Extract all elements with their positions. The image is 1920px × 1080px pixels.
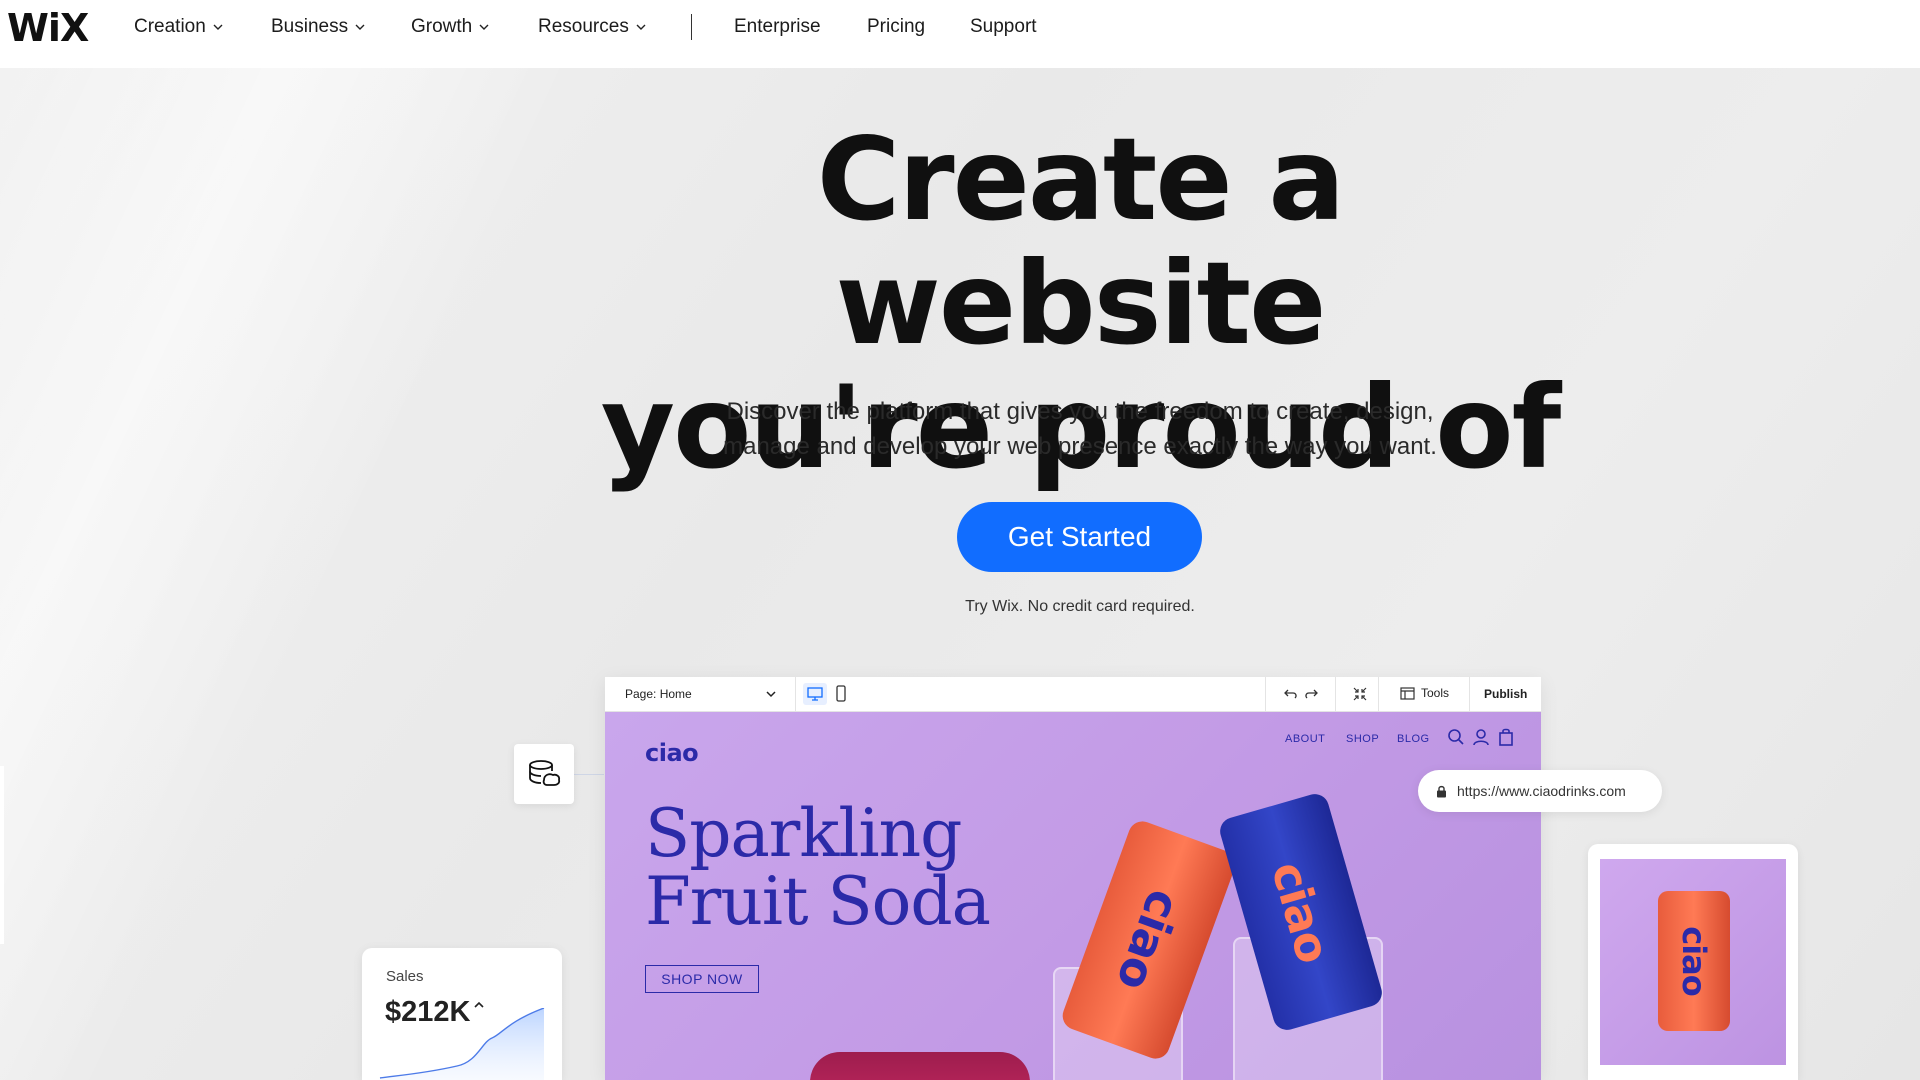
can-label: ciao [1261,855,1341,969]
orange-soda-can: ciao [1058,817,1240,1063]
desktop-view-button[interactable] [803,683,827,705]
subtext-line-2: manage and develop your web presence exa… [723,433,1437,460]
top-navigation: WiX Creation Business Growth Resources E… [0,0,1920,68]
nav-item-label: Resources [538,16,629,37]
nav-item-enterprise[interactable]: Enterprise [734,16,821,38]
hero-subtext: Discover the platform that gives you the… [640,394,1520,464]
nav-item-label: Pricing [867,16,926,37]
database-widget[interactable] [514,744,574,804]
nav-item-resources[interactable]: Resources [538,16,647,38]
database-icon [529,760,561,786]
toolbar-divider [1469,677,1470,712]
redo-icon[interactable] [1303,686,1319,702]
nav-item-label: Creation [134,16,206,37]
site-nav-shop[interactable]: SHOP [1346,733,1379,745]
product-card: ciao [1588,844,1798,1080]
nav-item-pricing[interactable]: Pricing [867,16,925,38]
lock-icon [1437,785,1446,797]
nav-item-business[interactable]: Business [271,16,366,38]
can-label: ciao [1674,926,1713,996]
offscreen-card [0,766,4,944]
nav-item-label: Support [970,16,1037,37]
toolbar-divider [795,677,796,712]
toolbar-divider [1335,677,1336,712]
chevron-down-icon [355,24,365,30]
editor-preview: Page: Home Tools Publish ciao ABOUT SHOP… [605,677,1541,1080]
sales-label: Sales [386,968,424,985]
tools-button[interactable]: Tools [1400,686,1449,700]
toolbar-divider [1265,677,1266,712]
product-image: ciao [1600,859,1786,1065]
site-title-line-1: Sparkling [645,795,962,872]
user-icon[interactable] [1472,728,1490,746]
site-hero-title: Sparkling Fruit Soda [645,800,991,936]
undo-icon[interactable] [1283,686,1299,702]
sales-card: Sales $212K [362,948,562,1080]
chevron-down-icon [213,24,223,30]
headline-line-1: Create a website [816,113,1346,370]
nav-item-label: Growth [411,16,473,37]
page-selector[interactable]: Page: Home [625,687,692,701]
nav-divider [691,14,692,40]
site-logo[interactable]: ciao [645,739,699,767]
chevron-down-icon [636,24,646,30]
site-title-line-2: Fruit Soda [645,863,991,940]
cart-icon[interactable] [1498,728,1514,746]
shop-now-button[interactable]: SHOP NOW [645,965,759,993]
connector-line [574,774,604,775]
editor-toolbar: Page: Home Tools Publish [605,677,1541,712]
search-icon[interactable] [1447,728,1465,746]
publish-button[interactable]: Publish [1484,687,1527,701]
toolbar-divider [1378,677,1379,712]
nav-item-label: Enterprise [734,16,821,37]
tools-icon [1400,686,1415,700]
site-nav-about[interactable]: ABOUT [1285,733,1325,745]
chevron-down-icon[interactable] [765,688,777,700]
red-soda-can [810,1052,1030,1080]
nav-item-growth[interactable]: Growth [411,16,490,38]
url-text: https://www.ciaodrinks.com [1457,783,1626,799]
subtext-line-1: Discover the platform that gives you the… [726,398,1434,425]
site-preview: ciao ABOUT SHOP BLOG Sparkling Fruit Sod… [605,712,1541,1080]
wix-logo[interactable]: WiX [7,6,89,50]
nav-item-label: Business [271,16,349,37]
nav-item-creation[interactable]: Creation [134,16,224,38]
can-label: ciao [1106,882,1192,998]
url-bar[interactable]: https://www.ciaodrinks.com [1418,770,1662,812]
site-nav-blog[interactable]: BLOG [1397,733,1430,745]
tools-label: Tools [1421,686,1450,700]
mobile-icon[interactable] [835,685,847,703]
zoom-fit-icon[interactable] [1352,686,1368,702]
get-started-button[interactable]: Get Started [957,502,1202,572]
nav-item-support[interactable]: Support [970,16,1037,38]
cta-note: Try Wix. No credit card required. [965,598,1195,615]
desktop-icon [807,687,823,701]
orange-soda-can: ciao [1658,891,1730,1031]
sales-trend-graph [379,1008,545,1080]
chevron-down-icon [479,24,489,30]
